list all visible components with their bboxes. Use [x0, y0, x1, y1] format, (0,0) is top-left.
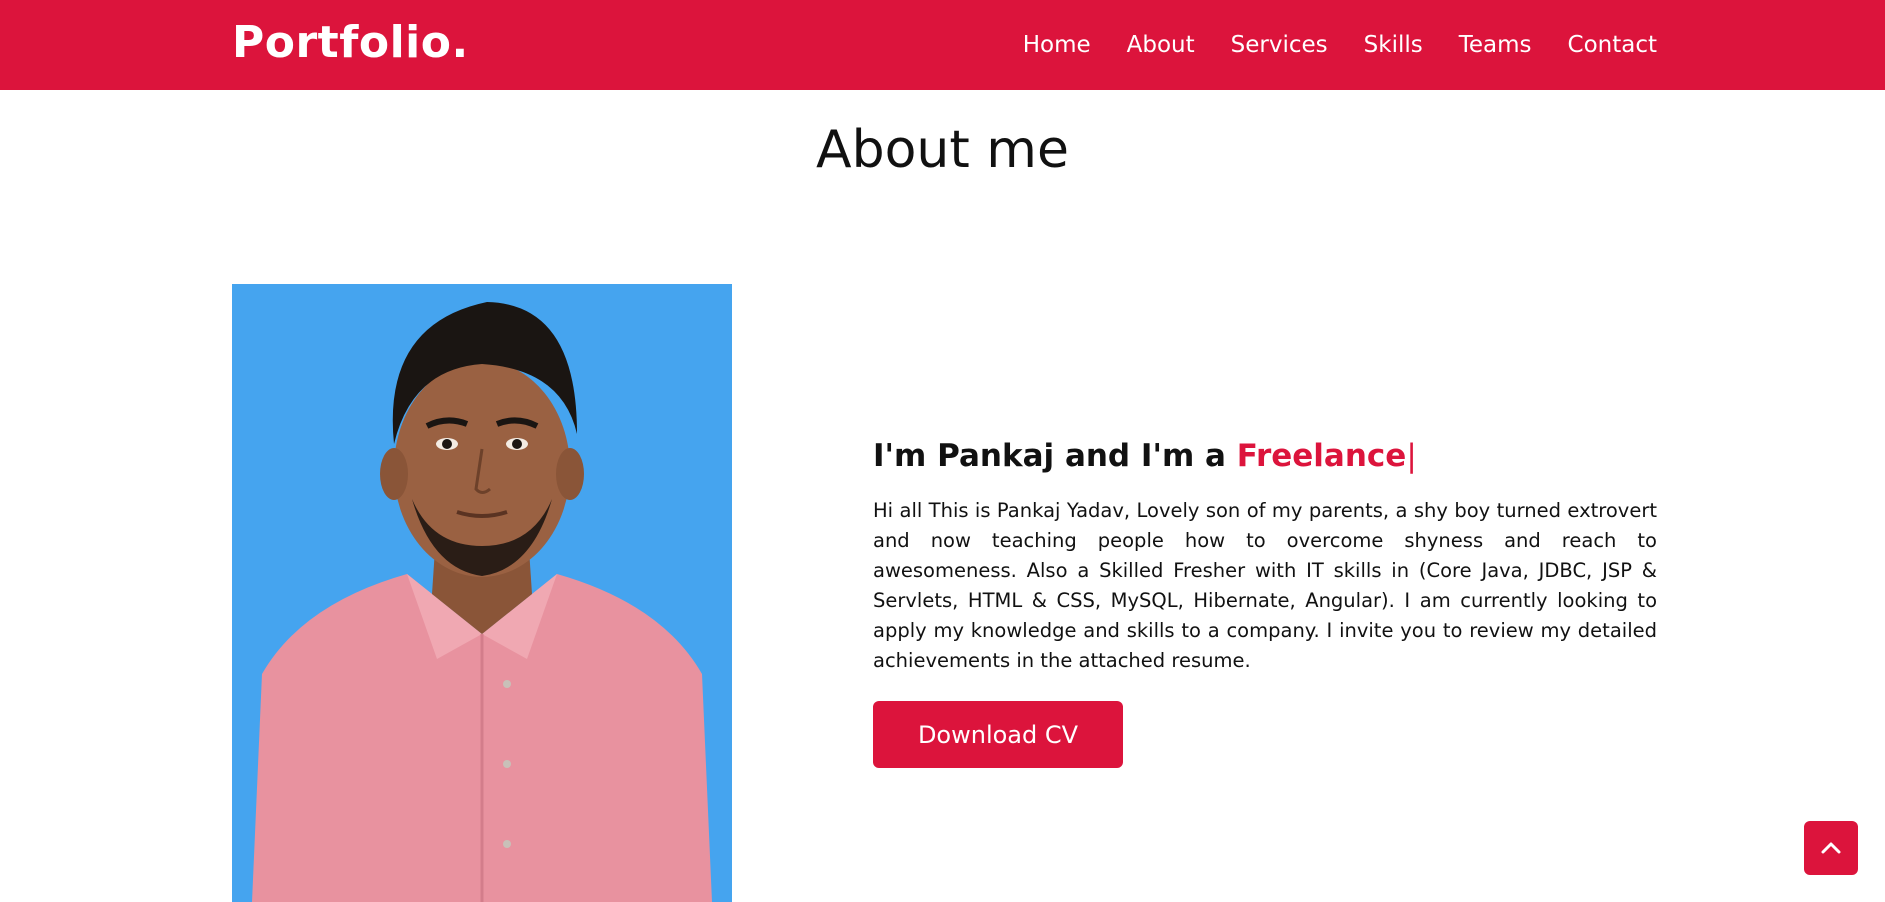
download-cv-button[interactable]: Download CV — [873, 701, 1123, 768]
nav-item-skills: Skills — [1364, 32, 1423, 58]
nav-link-teams[interactable]: Teams — [1459, 32, 1532, 58]
scroll-to-top-button[interactable] — [1804, 821, 1858, 875]
nav-menu: Home About Services Skills Teams Contact — [1023, 0, 1657, 90]
nav-item-home: Home — [1023, 32, 1091, 58]
bio-paragraph: Hi all This is Pankaj Yadav, Lovely son … — [873, 499, 1657, 672]
nav-link-about[interactable]: About — [1127, 32, 1195, 58]
site-logo[interactable]: Portfolio. — [232, 17, 469, 68]
headline-prefix: I'm Pankaj and I'm a — [873, 438, 1237, 474]
nav-link-home[interactable]: Home — [1023, 32, 1091, 58]
portrait-illustration — [232, 284, 732, 902]
navbar: Portfolio. Home About Services Skills Te… — [0, 0, 1885, 90]
nav-item-teams: Teams — [1459, 32, 1532, 58]
typing-cursor: | — [1406, 438, 1417, 474]
intro-headline: I'm Pankaj and I'm a Freelance| — [873, 438, 1417, 474]
nav-link-skills[interactable]: Skills — [1364, 32, 1423, 58]
profile-photo — [232, 284, 732, 902]
nav-item-services: Services — [1231, 32, 1328, 58]
typed-role-text: Freelance — [1236, 438, 1407, 474]
section-title: About me — [816, 120, 1069, 180]
nav-link-contact[interactable]: Contact — [1568, 32, 1657, 58]
nav-item-contact: Contact — [1568, 32, 1657, 58]
nav-item-about: About — [1127, 32, 1195, 58]
nav-link-services[interactable]: Services — [1231, 32, 1328, 58]
chevron-up-icon — [1821, 842, 1841, 854]
